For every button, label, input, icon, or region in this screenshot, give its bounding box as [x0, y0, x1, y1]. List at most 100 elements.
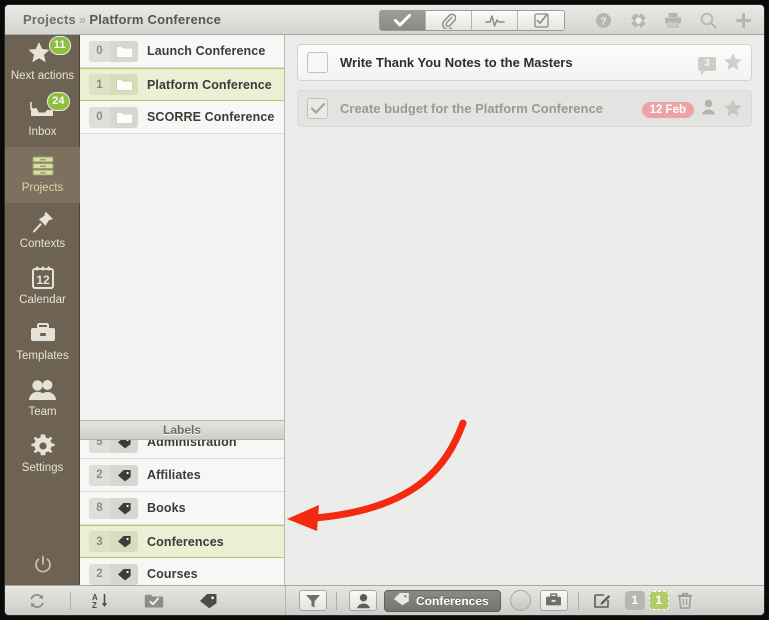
- row-count-group: 0: [89, 106, 138, 128]
- labels-list[interactable]: 5 Administration 2 Affiliates 8 Books 3 …: [80, 440, 284, 585]
- bottom-left-bar: AZ: [5, 585, 285, 615]
- sidebar-item-templates[interactable]: Templates: [5, 315, 80, 371]
- checklist-segment[interactable]: [518, 11, 564, 30]
- tag-icon: [110, 563, 138, 585]
- circle-icon[interactable]: [509, 590, 531, 611]
- person-icon[interactable]: [349, 590, 377, 611]
- toolbar-divider: [70, 591, 71, 610]
- person-icon[interactable]: [701, 99, 716, 120]
- checked-folder-button[interactable]: [141, 590, 167, 611]
- labels-section-header: Labels: [80, 420, 284, 440]
- task-checkbox[interactable]: [307, 98, 328, 119]
- activity-segment[interactable]: [472, 11, 518, 30]
- window-frame: Projects» Platform Conference ? 11 Next …: [5, 5, 764, 615]
- folder-icon: [110, 106, 138, 128]
- project-count: 0: [89, 106, 110, 128]
- labels-row-affiliates[interactable]: 2 Affiliates: [80, 459, 284, 492]
- main-sidebar: 11 Next actions 24 Inbox Projects Contex…: [5, 35, 80, 585]
- tag-button[interactable]: [195, 590, 221, 611]
- inbox-icon: 24: [29, 92, 70, 124]
- briefcase-icon[interactable]: [539, 590, 568, 611]
- project-label: Platform Conference: [147, 77, 272, 92]
- sidebar-item-settings[interactable]: Settings: [5, 427, 80, 483]
- sidebar-item-label: Contexts: [19, 238, 66, 250]
- funnel-icon[interactable]: [299, 590, 327, 611]
- sidebar-item-label: Next actions: [10, 70, 75, 82]
- sidebar-item-label: Settings: [21, 462, 64, 474]
- task-meta: 3: [698, 45, 743, 82]
- sidebar-item-label: Calendar: [19, 294, 66, 306]
- projects-list: 0 Launch Conference 1 Platform Conferenc…: [80, 35, 284, 134]
- inbox-badge: 24: [47, 92, 70, 111]
- label-count: 2: [89, 563, 110, 585]
- sidebar-item-next-actions[interactable]: 11 Next actions: [5, 35, 80, 91]
- task-title: Create budget for the Platform Conferenc…: [340, 101, 603, 116]
- due-date-badge[interactable]: 12 Feb: [641, 101, 694, 118]
- svg-text:?: ?: [600, 15, 606, 27]
- sort-button[interactable]: AZ: [87, 590, 113, 611]
- calendar-icon: 12: [30, 264, 56, 292]
- count-selected-badge: 1: [648, 591, 669, 610]
- count-total-badge: 1: [624, 591, 645, 610]
- sidebar-item-calendar[interactable]: 12 Calendar: [5, 259, 80, 315]
- folder-icon: [110, 40, 138, 62]
- pin-icon: [30, 208, 56, 236]
- task-row[interactable]: Write Thank You Notes to the Masters 3: [297, 44, 752, 81]
- task-meta: 12 Feb: [641, 91, 743, 128]
- row-count-group: 8: [89, 497, 138, 519]
- edit-icon[interactable]: [590, 590, 616, 611]
- sidebar-item-contexts[interactable]: Contexts: [5, 203, 80, 259]
- breadcrumb-root[interactable]: Projects: [23, 12, 76, 27]
- project-row-scorre-conference[interactable]: 0 SCORRE Conference: [80, 101, 284, 134]
- task-checkbox[interactable]: [307, 52, 328, 73]
- sidebar-item-label: Team: [28, 406, 57, 418]
- project-count: 0: [89, 40, 110, 62]
- search-icon[interactable]: [697, 9, 719, 31]
- main-panel: Write Thank You Notes to the Masters 3 C…: [285, 35, 764, 585]
- breadcrumb: Projects» Platform Conference: [23, 12, 221, 27]
- task-title: Write Thank You Notes to the Masters: [340, 55, 573, 70]
- top-toolbar: Projects» Platform Conference ?: [5, 5, 764, 35]
- breadcrumb-current: Platform Conference: [89, 12, 222, 27]
- labels-row-administration[interactable]: 5 Administration: [80, 440, 284, 459]
- drawers-icon: [30, 152, 56, 180]
- labels-row-courses[interactable]: 2 Courses: [80, 558, 284, 585]
- view-segmented-control[interactable]: [379, 10, 565, 31]
- attachments-segment[interactable]: [426, 11, 472, 30]
- labels-row-books[interactable]: 8 Books: [80, 492, 284, 525]
- sidebar-item-inbox[interactable]: 24 Inbox: [5, 91, 80, 147]
- label-label: Affiliates: [147, 468, 201, 482]
- row-count-group: 0: [89, 40, 138, 62]
- project-row-platform-conference[interactable]: 1 Platform Conference: [80, 68, 284, 101]
- row-count-group: 5: [89, 440, 138, 453]
- star-icon[interactable]: [723, 98, 743, 122]
- breadcrumb-separator: »: [78, 12, 87, 27]
- sidebar-item-projects[interactable]: Projects: [5, 147, 80, 203]
- sync-icon[interactable]: [627, 9, 649, 31]
- middle-column: 0 Launch Conference 1 Platform Conferenc…: [80, 35, 285, 585]
- refresh-icon[interactable]: [24, 590, 50, 611]
- briefcase-icon: [29, 320, 57, 348]
- trash-icon[interactable]: [672, 590, 698, 611]
- power-icon[interactable]: [5, 555, 80, 575]
- comment-badge[interactable]: 3: [698, 56, 716, 75]
- project-row-launch-conference[interactable]: 0 Launch Conference: [80, 35, 284, 68]
- print-icon[interactable]: [662, 9, 684, 31]
- label-label: Books: [147, 501, 186, 515]
- help-icon[interactable]: ?: [592, 9, 614, 31]
- labels-header-text: Labels: [162, 423, 201, 437]
- bottom-right-bar: Conferences 1 1: [285, 585, 764, 615]
- star-icon: 11: [27, 36, 71, 68]
- gear-icon: [30, 432, 56, 460]
- sidebar-item-team[interactable]: Team: [5, 371, 80, 427]
- task-row[interactable]: Create budget for the Platform Conferenc…: [297, 90, 752, 127]
- project-count: 1: [89, 74, 110, 95]
- tasks-segment[interactable]: [380, 11, 426, 30]
- labels-row-conferences[interactable]: 3 Conferences: [80, 525, 284, 558]
- toolbar-divider: [336, 591, 337, 610]
- star-icon[interactable]: [723, 52, 743, 76]
- tag-filter-pill[interactable]: Conferences: [384, 589, 501, 612]
- add-icon[interactable]: [732, 9, 754, 31]
- people-icon: [28, 376, 58, 404]
- project-label: Launch Conference: [147, 44, 266, 58]
